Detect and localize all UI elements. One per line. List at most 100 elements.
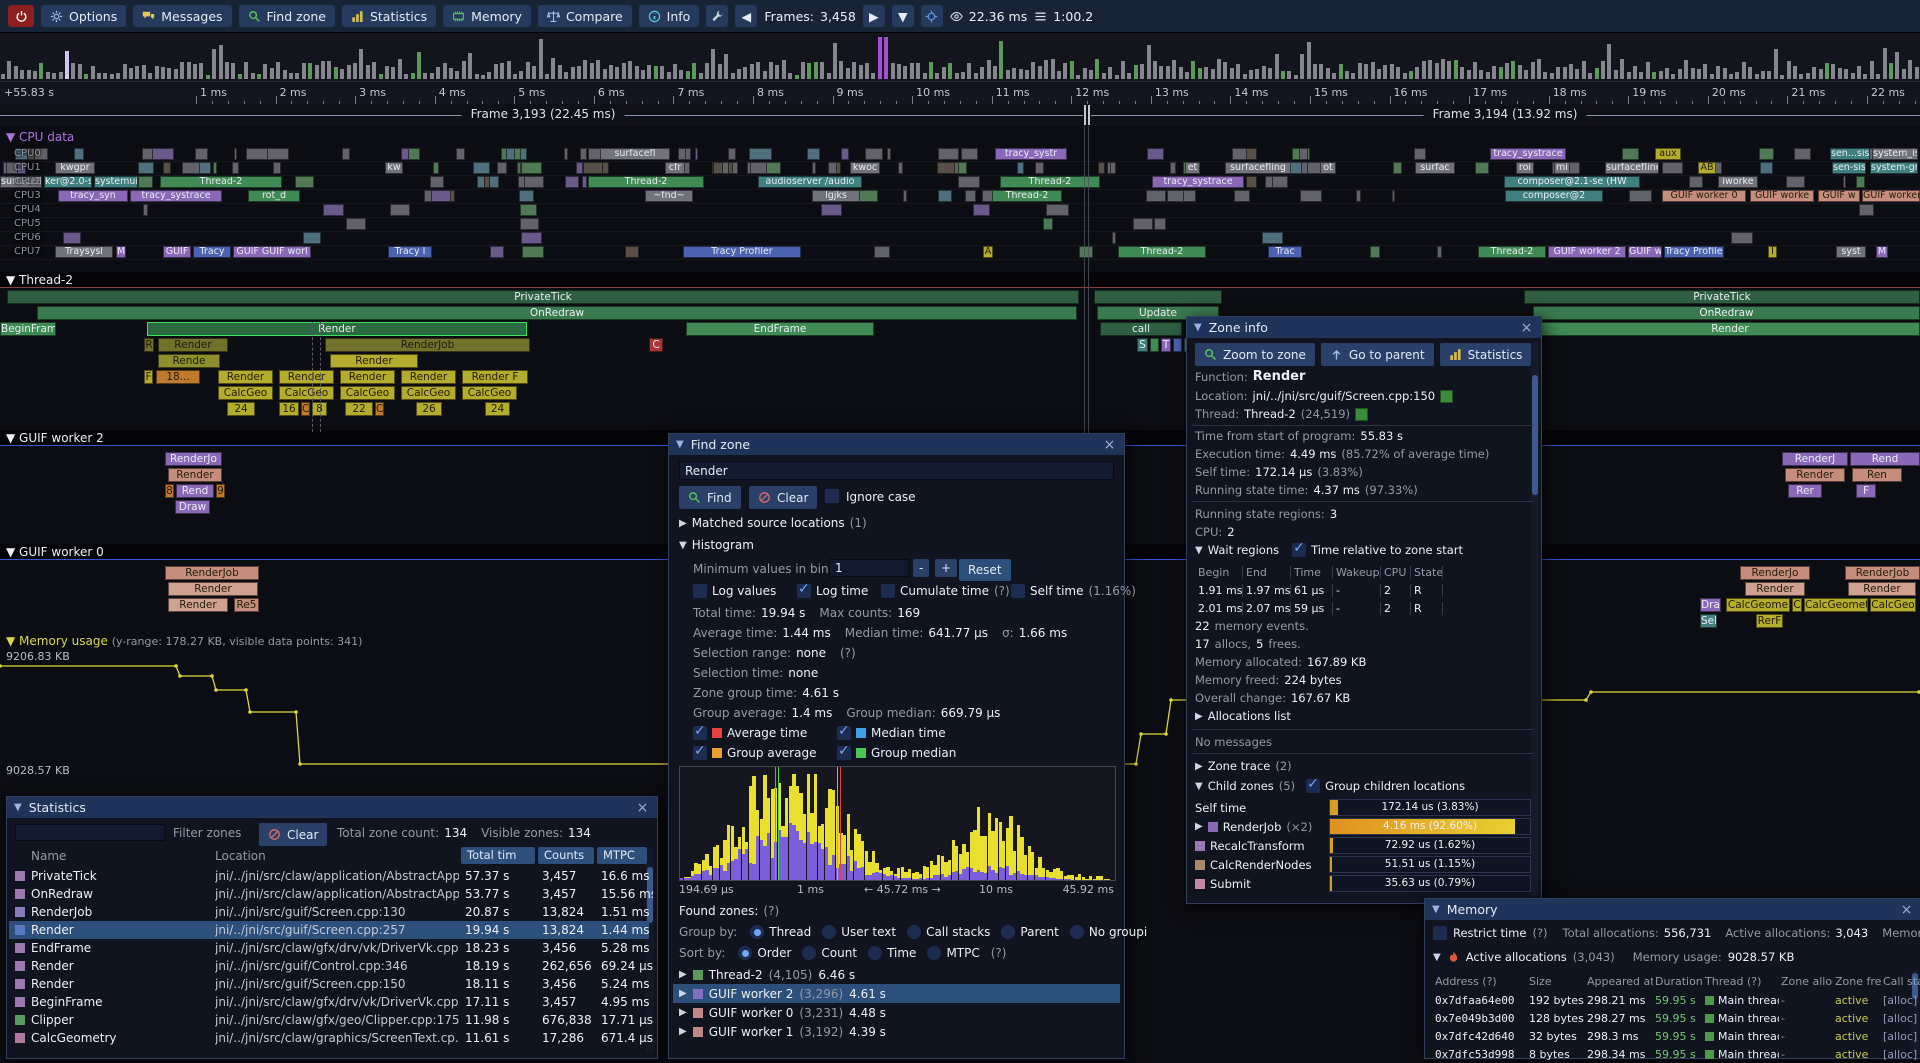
frame-bar[interactable]: [1473, 62, 1477, 79]
timeline-zone[interactable]: [1246, 176, 1257, 188]
frame-bar[interactable]: [1396, 67, 1400, 79]
timeline-zone[interactable]: [506, 148, 515, 160]
memory-table-row[interactable]: 0x7dfaa64e00192 bytes298.21 ms59.95 sMai…: [1433, 991, 1915, 1009]
timeline-zone[interactable]: Render: [147, 322, 527, 336]
frame-bar[interactable]: [1857, 66, 1861, 80]
frame-bar[interactable]: [1383, 65, 1387, 79]
frame-bar[interactable]: [1889, 63, 1893, 79]
timeline-zone[interactable]: Rer: [1788, 484, 1822, 498]
frame-bar[interactable]: [718, 64, 722, 79]
frame-bar[interactable]: [1307, 42, 1311, 79]
frame-bar[interactable]: [1223, 62, 1227, 79]
frame-bar[interactable]: [27, 70, 31, 79]
frame-bar[interactable]: [167, 68, 171, 79]
frame-bar[interactable]: [1166, 66, 1170, 79]
frame-bar[interactable]: [1038, 66, 1042, 79]
frame-label-right[interactable]: Frame 3,194 (13.92 ms): [1424, 107, 1587, 121]
timeline-zone[interactable]: [484, 176, 490, 188]
child-zone-row[interactable]: CalcRenderNodes51.51 us (1.15%): [1195, 856, 1531, 873]
child-zone-row[interactable]: RecalcTransform72.92 us (1.62%): [1195, 837, 1531, 854]
frame-bar[interactable]: [1601, 61, 1605, 79]
frame-bar[interactable]: [1454, 60, 1458, 79]
button-zoom-to-zone[interactable]: Zoom to zone: [1195, 343, 1315, 366]
frame-bar[interactable]: [763, 71, 767, 79]
frame-bar[interactable]: [1198, 68, 1202, 79]
frame-bar[interactable]: [903, 66, 907, 79]
allocations-list-row[interactable]: ▶Allocations list: [1195, 709, 1291, 723]
frame-bar[interactable]: [891, 63, 895, 79]
frame-bar[interactable]: [596, 60, 600, 79]
frame-bar[interactable]: [1639, 72, 1643, 79]
frame-bar[interactable]: [116, 73, 120, 79]
collapse-icon[interactable]: ▼: [1432, 904, 1440, 915]
frame-bar[interactable]: [1, 74, 5, 79]
timeline-zone[interactable]: S: [1137, 338, 1148, 352]
timeline-zone[interactable]: 24: [227, 402, 255, 416]
timeline-zone[interactable]: [937, 162, 954, 174]
timeline-zone[interactable]: [295, 176, 315, 188]
frame-bar[interactable]: [1678, 69, 1682, 79]
frame-bar[interactable]: [1108, 67, 1112, 79]
timeline-zone[interactable]: syst: [1836, 246, 1866, 258]
frame-bar[interactable]: [673, 64, 677, 79]
frame-bar[interactable]: [1799, 74, 1803, 79]
found-zone-group-row[interactable]: ▶Thread-2(4,105)6.46 s: [673, 965, 1120, 984]
radio-time[interactable]: [868, 946, 882, 960]
timeline-zone[interactable]: [1079, 246, 1093, 258]
frame-bar[interactable]: [513, 74, 517, 79]
zone-info-titlebar[interactable]: ▼ Zone info ×: [1187, 317, 1541, 338]
table-row[interactable]: Renderjni/../jni/src/guif/Control.cpp:34…: [9, 957, 649, 975]
table-row[interactable]: EndFramejni/../jni/src/claw/gfx/drv/vk/D…: [9, 939, 649, 957]
timeline-zone[interactable]: GUIF: [163, 246, 191, 258]
timeline-zone[interactable]: [1370, 246, 1380, 258]
cpu-row-cpu0[interactable]: surfacefltracy_systrtracy_systraceauxsen…: [0, 148, 1920, 162]
frame-bar[interactable]: [1511, 61, 1515, 79]
collapse-icon[interactable]: ▼: [14, 802, 22, 813]
frame-bar[interactable]: [1441, 59, 1445, 79]
timeline-zone[interactable]: [1147, 148, 1164, 160]
timeline-zone[interactable]: system-grms: [1870, 162, 1918, 174]
frame-bar[interactable]: [187, 62, 191, 79]
timeline-zone[interactable]: [407, 148, 420, 160]
table-row[interactable]: Renderjni/../jni/src/guif/Screen.cpp:150…: [9, 975, 649, 993]
timeline-zone[interactable]: [1112, 232, 1116, 244]
cpu-row-cpu6[interactable]: CPU6: [0, 232, 1920, 246]
timeline-zone[interactable]: [887, 148, 891, 160]
frame-bar[interactable]: [391, 67, 395, 79]
frame-bar[interactable]: [1774, 49, 1778, 79]
frame-bar[interactable]: [1761, 71, 1765, 79]
frame-bar[interactable]: [1723, 68, 1727, 79]
frame-bar[interactable]: [660, 66, 664, 79]
frame-bar[interactable]: [1556, 67, 1560, 79]
timeline-zone[interactable]: tracy_syn: [58, 190, 128, 202]
frame-bar[interactable]: [795, 75, 799, 79]
timeline-zone[interactable]: GUIF GUIF worl: [233, 246, 311, 258]
frame-bar[interactable]: [135, 66, 139, 79]
checkbox[interactable]: [693, 726, 707, 740]
frame-bar[interactable]: [443, 63, 447, 80]
timeline-zone[interactable]: Render: [168, 598, 228, 612]
frame-bar[interactable]: [583, 60, 587, 79]
timeline-zone[interactable]: Ren: [1852, 468, 1902, 482]
frame-bar[interactable]: [33, 71, 37, 80]
timeline-zone[interactable]: [812, 162, 816, 174]
timeline-zone[interactable]: [1393, 162, 1403, 174]
histogram-section-row[interactable]: ▼Histogram: [679, 538, 754, 552]
frame-bar[interactable]: [1908, 60, 1912, 79]
timeline-zone[interactable]: A: [983, 246, 993, 258]
frame-bar[interactable]: [1703, 64, 1707, 79]
frame-bar[interactable]: [679, 70, 683, 79]
timeline-zone[interactable]: [821, 204, 841, 216]
frame-bar[interactable]: [1403, 73, 1407, 79]
frame-bar[interactable]: [1524, 70, 1528, 79]
timeline-zone[interactable]: [1170, 162, 1176, 174]
frame-bar[interactable]: [750, 64, 754, 79]
toolbar-button-statistics[interactable]: Statistics: [342, 5, 436, 27]
timeline-zone[interactable]: [582, 176, 587, 188]
frame-bar[interactable]: [1159, 66, 1163, 79]
timeline-zone[interactable]: C: [301, 402, 310, 416]
timeline-zone[interactable]: CalcGeo: [462, 386, 517, 400]
frame-bar[interactable]: [1019, 69, 1023, 79]
timeline-zone[interactable]: Rende: [158, 354, 220, 368]
frame-bar[interactable]: [743, 67, 747, 79]
